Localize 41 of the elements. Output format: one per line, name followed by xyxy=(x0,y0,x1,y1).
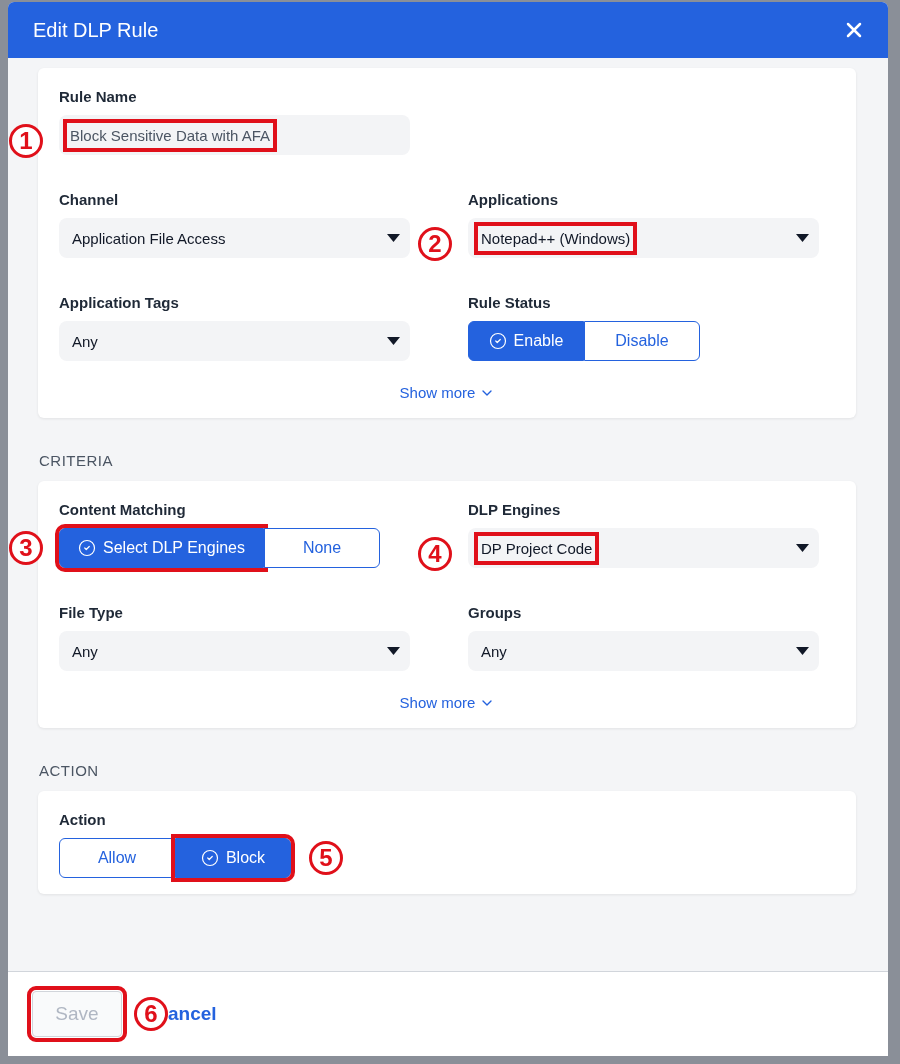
callout-number: 6 xyxy=(134,997,168,1031)
caret-icon xyxy=(796,647,809,655)
select-field[interactable]: Notepad++ (Windows) xyxy=(468,218,819,258)
callout-number: 2 xyxy=(418,227,452,261)
toggle-option[interactable]: None xyxy=(264,528,380,568)
field-label: Groups xyxy=(468,604,523,621)
toggle-option[interactable]: Disable xyxy=(584,321,700,361)
callout-number: 5 xyxy=(309,841,343,875)
caret-icon xyxy=(387,337,400,345)
check-circle-icon xyxy=(488,332,507,350)
callout-number: 4 xyxy=(418,537,452,571)
field-label: Application Tags xyxy=(59,294,180,311)
caret-icon xyxy=(796,234,809,242)
select-field[interactable]: Application File Access xyxy=(59,218,410,258)
section-heading: ACTION xyxy=(39,762,100,779)
section-heading: CRITERIA xyxy=(39,452,114,469)
show-more-link[interactable]: Show more xyxy=(393,693,502,712)
field-label: Channel xyxy=(59,191,120,208)
text-field[interactable]: Block Sensitive Data with AFA xyxy=(59,115,410,155)
field-label: Rule Name xyxy=(59,88,138,105)
field-label: Rule Status xyxy=(468,294,552,311)
check-circle-icon xyxy=(200,849,219,867)
select-field[interactable]: Any xyxy=(59,321,410,361)
callout-number: 1 xyxy=(9,124,43,158)
callout-number: 3 xyxy=(9,531,43,565)
caret-icon xyxy=(387,234,400,242)
field-label: Applications xyxy=(468,191,559,208)
select-field[interactable]: DP Project Code xyxy=(468,528,819,568)
caret-icon xyxy=(796,544,809,552)
field-label: File Type xyxy=(59,604,124,621)
field-label: Content Matching xyxy=(59,501,187,518)
cancel-link[interactable]: ancel xyxy=(168,1003,217,1025)
field-label: DLP Engines xyxy=(468,501,562,518)
dialog-title: Edit DLP Rule xyxy=(33,18,159,42)
select-field[interactable]: Any xyxy=(59,631,410,671)
toggle-option[interactable]: Enable xyxy=(468,321,584,361)
show-more-link[interactable]: Show more xyxy=(393,383,502,402)
check-circle-icon xyxy=(78,539,96,557)
select-field[interactable]: Any xyxy=(468,631,819,671)
field-label: Action xyxy=(59,811,107,828)
caret-icon xyxy=(387,647,400,655)
